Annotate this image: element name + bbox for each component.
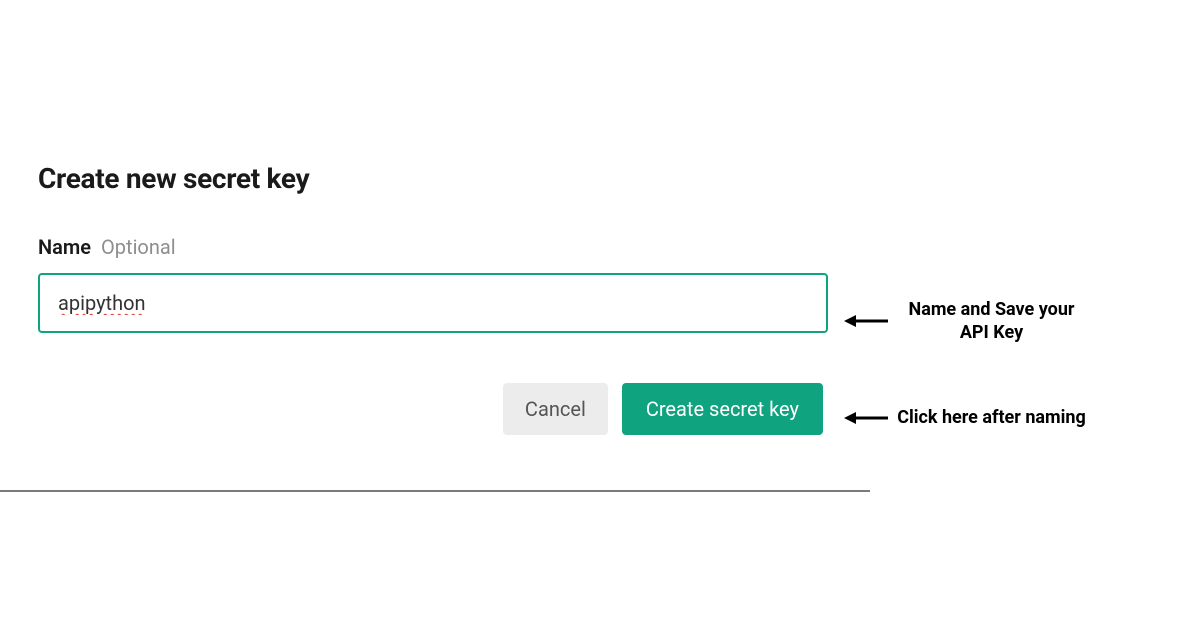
dialog-actions: Cancel Create secret key xyxy=(38,383,828,435)
cancel-button[interactable]: Cancel xyxy=(503,383,608,435)
create-secret-key-dialog: Create new secret key Name Optional Canc… xyxy=(38,162,828,435)
annotation-button: Click here after naming xyxy=(844,406,1089,429)
arrow-left-icon xyxy=(844,311,888,331)
dialog-title: Create new secret key xyxy=(38,162,828,195)
name-label: Name xyxy=(38,235,91,259)
name-label-row: Name Optional xyxy=(38,235,828,259)
arrow-left-icon xyxy=(844,408,888,428)
name-hint: Optional xyxy=(101,235,176,259)
horizontal-divider xyxy=(0,490,870,492)
create-secret-key-button[interactable]: Create secret key xyxy=(622,383,823,435)
annotation-input: Name and Save your API Key xyxy=(844,298,1089,345)
annotation-button-text: Click here after naming xyxy=(894,406,1089,429)
annotation-input-text: Name and Save your API Key xyxy=(894,298,1089,345)
key-name-input[interactable] xyxy=(38,273,828,333)
